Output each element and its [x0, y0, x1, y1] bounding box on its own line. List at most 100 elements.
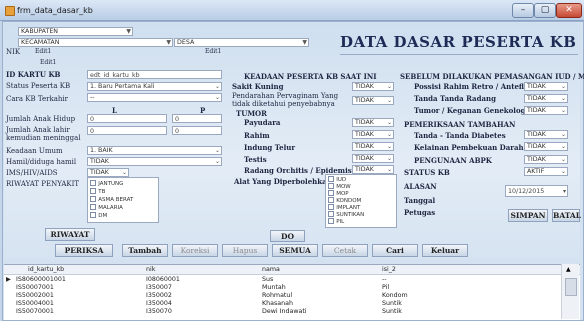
checkbox[interactable]	[90, 212, 96, 218]
table-cell[interactable]: Rohmatul	[262, 292, 292, 299]
testis-select[interactable]: TIDAK ⌄	[352, 154, 394, 163]
grid-scrollbar[interactable]: ▲	[561, 264, 579, 319]
edit1-a[interactable]: Edit1	[35, 48, 51, 55]
diabetes-value: TIDAK	[527, 131, 546, 138]
status-kb-value: AKTIF	[527, 168, 545, 175]
rahim-value: TIDAK	[355, 131, 374, 138]
checkbox[interactable]	[90, 196, 96, 202]
alat-checkbox-item[interactable]: PIL	[328, 217, 344, 226]
chevron-down-icon: ⌄	[386, 155, 392, 162]
table-cell[interactable]: --	[382, 276, 387, 283]
table-cell[interactable]: Muntah	[262, 284, 286, 291]
desa-select[interactable]: DESA ▼	[174, 38, 309, 47]
chevron-down-icon: ⌄	[214, 94, 220, 101]
cari-button[interactable]: Cari	[372, 244, 418, 257]
minimize-button[interactable]: –	[512, 3, 534, 18]
table-cell[interactable]: I08060001	[146, 276, 180, 283]
ims-select[interactable]: TIDAK ⌄	[87, 168, 129, 177]
diabetes-label: Tanda - Tanda Diabetes	[414, 131, 506, 140]
kecamatan-label: KECAMATAN	[21, 39, 60, 46]
posisi-select[interactable]: TIDAK ⌄	[524, 82, 568, 91]
table-cell[interactable]: IS50070001	[16, 308, 54, 315]
periksa-button[interactable]: PERIKSA	[55, 244, 113, 257]
col-header-isi[interactable]: isi_2	[382, 266, 396, 273]
checkbox[interactable]	[90, 188, 96, 194]
table-cell[interactable]: I350004	[146, 300, 172, 307]
table-cell[interactable]: Pil	[382, 284, 389, 291]
koreksi-button[interactable]: Koreksi	[172, 244, 218, 257]
table-cell[interactable]: I350070	[146, 308, 172, 315]
penyakit-checkbox-item[interactable]: DM	[90, 211, 107, 220]
penguunaan-select[interactable]: TIDAK ⌄	[524, 155, 568, 164]
hapus-button[interactable]: Hapus	[222, 244, 268, 257]
data-grid[interactable]: id_kartu_kb nik nama isi_2 ▶ IS8060000100…	[4, 264, 580, 320]
sakit-kuning-label: Sakit Kuning	[232, 82, 284, 91]
status-peserta-select[interactable]: 1. Baru Pertama Kali ⌄	[87, 82, 222, 91]
anak-lahir-p-input[interactable]: 0	[172, 126, 222, 135]
tanda-radang-select[interactable]: TIDAK ⌄	[524, 94, 568, 103]
scroll-thumb[interactable]	[565, 278, 577, 296]
radang-select[interactable]: TIDAK ⌄	[352, 165, 394, 174]
batal-button[interactable]: BATAL	[552, 209, 581, 222]
penguunaan-value: TIDAK	[527, 156, 546, 163]
tanggal-label: Tanggal	[404, 196, 436, 205]
edit1-b[interactable]: Edit1	[205, 48, 221, 55]
simpan-button[interactable]: SIMPAN	[508, 209, 548, 222]
alasan-label: ALASAN	[404, 182, 437, 191]
keadaan-umum-select[interactable]: 1. BAIK ⌄	[87, 146, 222, 155]
cetak-button[interactable]: Cetak	[322, 244, 368, 257]
payudara-select[interactable]: TIDAK ⌄	[352, 118, 394, 127]
calendar-icon[interactable]: ▾	[563, 186, 566, 196]
table-cell[interactable]: IS50007001	[16, 284, 54, 291]
tanggal-input[interactable]: 10/12/2015 ▾	[505, 185, 568, 197]
ims-label: IMS/HIV/AIDS	[6, 169, 58, 177]
table-cell[interactable]: IS50004001	[16, 300, 54, 307]
cara-kb-select[interactable]: -- ⌄	[87, 93, 222, 102]
table-cell[interactable]: Suntik	[382, 308, 402, 315]
close-button[interactable]: ✕	[556, 3, 582, 18]
tambah-button[interactable]: Tambah	[122, 244, 168, 257]
riwayat-button[interactable]: RIWAYAT	[45, 228, 95, 241]
kabupaten-select[interactable]: KABUPATEN ▼	[18, 27, 133, 36]
table-cell[interactable]: Suntik	[382, 300, 402, 307]
checkbox[interactable]	[90, 204, 96, 210]
anak-hidup-p-input[interactable]: 0	[172, 114, 222, 123]
checkbox[interactable]	[90, 180, 96, 186]
table-row[interactable]	[4, 275, 560, 283]
tanda-radang-value: TIDAK	[527, 95, 546, 102]
table-cell[interactable]: Dewi Indawati	[262, 308, 307, 315]
status-kb-select[interactable]: AKTIF ⌄	[524, 167, 568, 176]
col-header-nama[interactable]: nama	[262, 266, 280, 273]
diabetes-select[interactable]: TIDAK ⌄	[524, 130, 568, 139]
table-cell[interactable]: I350007	[146, 284, 172, 291]
sakit-kuning-select[interactable]: TIDAK ⌄	[352, 82, 394, 91]
anak-hidup-l-input[interactable]: 0	[87, 114, 167, 123]
payudara-value: TIDAK	[355, 119, 374, 126]
kelainan-select[interactable]: TIDAK ⌄	[524, 142, 568, 151]
do-button[interactable]: DO	[270, 230, 305, 242]
semua-button[interactable]: SEMUA	[272, 244, 318, 257]
hamil-select[interactable]: TIDAK ⌄	[87, 157, 222, 166]
col-header-id[interactable]: id_kartu_kb	[28, 266, 64, 273]
keluar-button[interactable]: Keluar	[422, 244, 468, 257]
anak-lahir-l-input[interactable]: 0	[87, 126, 167, 135]
pendarahan-select[interactable]: TIDAK ⌄	[352, 96, 394, 105]
checkbox[interactable]	[328, 218, 334, 224]
kecamatan-select[interactable]: KECAMATAN ▼	[18, 38, 173, 47]
table-cell[interactable]: Khasanah	[262, 300, 293, 307]
col-header-nik[interactable]: nik	[146, 266, 155, 273]
chevron-down-icon: ⌄	[386, 97, 392, 104]
indung-select[interactable]: TIDAK ⌄	[352, 142, 394, 151]
chevron-down-icon: ⌄	[560, 107, 566, 114]
rahim-select[interactable]: TIDAK ⌄	[352, 130, 394, 139]
table-cell[interactable]: IS50002001	[16, 292, 54, 299]
table-cell[interactable]: Sus	[262, 276, 273, 283]
table-cell[interactable]: Kondom	[382, 292, 408, 299]
id-kartu-input[interactable]: edt_id_kartu_kb	[87, 70, 222, 79]
maximize-button[interactable]: ▢	[534, 3, 556, 18]
table-cell[interactable]: I350002	[146, 292, 172, 299]
edit1-c[interactable]: Edit1	[40, 59, 56, 66]
scroll-up-icon[interactable]: ▲	[566, 266, 571, 273]
table-cell[interactable]: IS80600001001	[16, 276, 66, 283]
tumor-keganan-select[interactable]: TIDAK ⌄	[524, 106, 568, 115]
